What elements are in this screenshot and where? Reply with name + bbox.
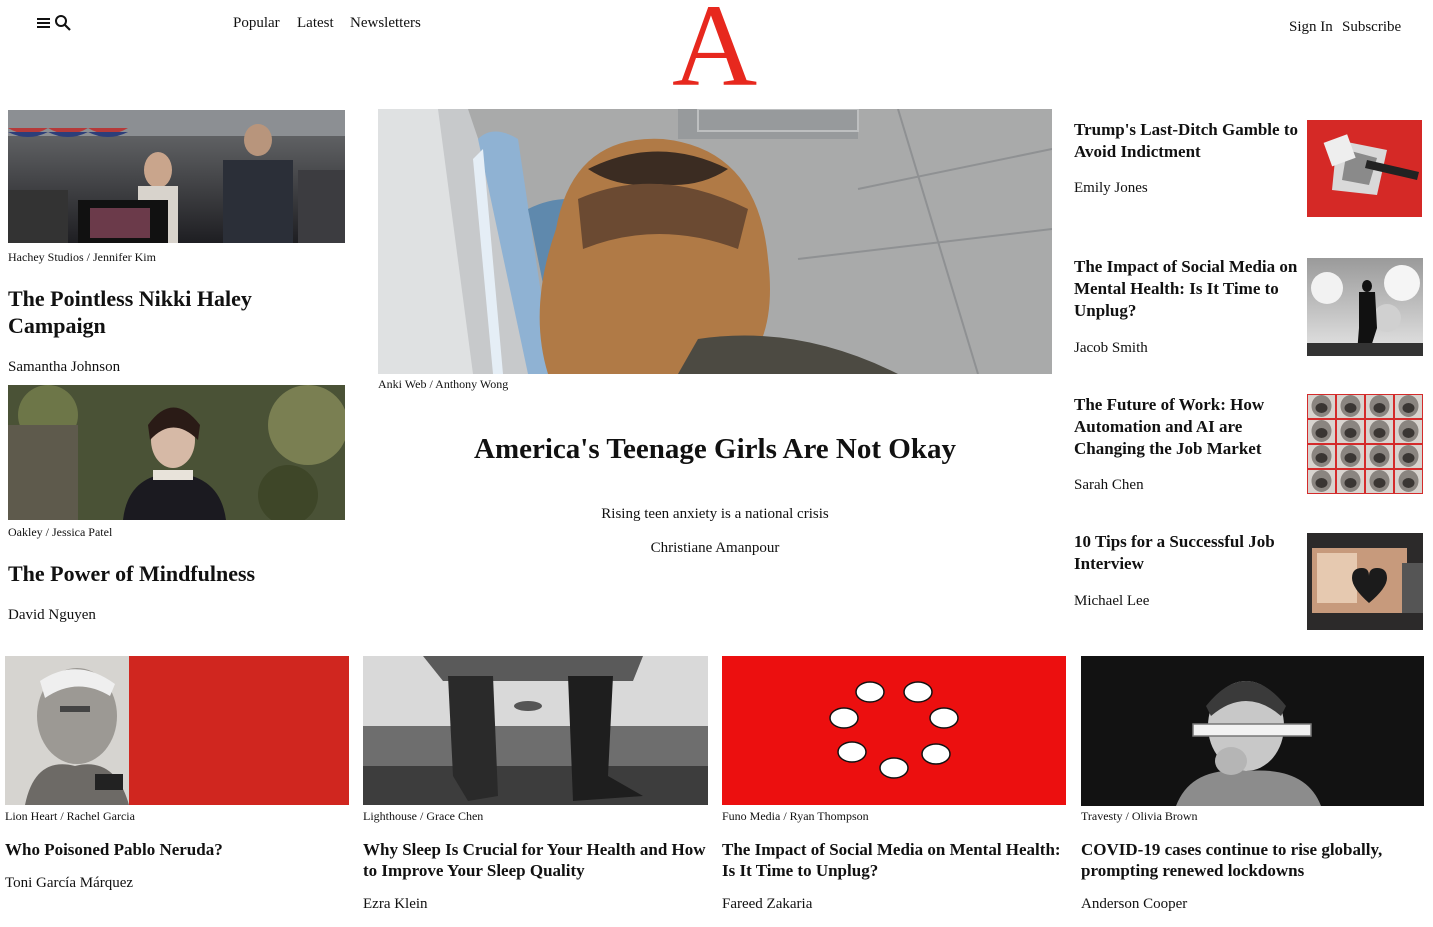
sign-in-link[interactable]: Sign In: [1289, 19, 1333, 36]
search-icon: [55, 15, 71, 31]
article-thumb-future-of-work[interactable]: [1307, 394, 1423, 494]
headline-neruda[interactable]: Who Poisoned Pablo Neruda?: [5, 839, 349, 860]
headline-haley[interactable]: The Pointless Nikki Haley Campaign: [8, 285, 338, 339]
hamburger-icon: [37, 18, 50, 28]
author-byline[interactable]: Emily Jones: [1074, 180, 1148, 197]
author-byline[interactable]: Fareed Zakaria: [722, 896, 812, 913]
image-credit: Anki Web / Anthony Wong: [378, 377, 509, 391]
article-thumb-job-interview[interactable]: [1307, 533, 1423, 630]
nav-newsletters[interactable]: Newsletters: [350, 15, 421, 32]
author-byline[interactable]: Anderson Cooper: [1081, 896, 1187, 913]
headline-sleep[interactable]: Why Sleep Is Crucial for Your Health and…: [363, 839, 708, 881]
author-byline[interactable]: Michael Lee: [1074, 593, 1149, 610]
image-credit: Travesty / Olivia Brown: [1081, 809, 1198, 823]
search-button[interactable]: [54, 14, 72, 32]
article-image-social-media-hands[interactable]: [722, 656, 1066, 805]
image-credit: Lighthouse / Grace Chen: [363, 809, 484, 823]
article-image-mindfulness[interactable]: [8, 385, 345, 520]
image-credit: Hachey Studios / Jennifer Kim: [8, 250, 156, 264]
author-byline[interactable]: Jacob Smith: [1074, 340, 1148, 357]
article-image-neruda[interactable]: [5, 656, 349, 805]
headline-social-media-bottom[interactable]: The Impact of Social Media on Mental Hea…: [722, 839, 1066, 881]
author-byline[interactable]: Samantha Johnson: [8, 359, 120, 376]
nav-popular[interactable]: Popular: [233, 15, 280, 32]
author-byline[interactable]: Toni García Márquez: [5, 875, 133, 892]
headline-social-media[interactable]: The Impact of Social Media on Mental Hea…: [1074, 256, 1306, 322]
headline-future-of-work[interactable]: The Future of Work: How Automation and A…: [1074, 394, 1306, 460]
article-image-haley[interactable]: [8, 110, 345, 243]
headline-trump[interactable]: Trump's Last-Ditch Gamble to Avoid Indic…: [1074, 119, 1306, 163]
site-logo[interactable]: A: [672, 0, 757, 105]
headline-mindfulness[interactable]: The Power of Mindfulness: [8, 560, 338, 587]
article-image-covid[interactable]: [1081, 656, 1424, 806]
image-credit: Lion Heart / Rachel Garcia: [5, 809, 135, 823]
article-thumb-social-media[interactable]: [1307, 258, 1423, 356]
author-byline[interactable]: David Nguyen: [8, 607, 96, 624]
image-credit: Funo Media / Ryan Thompson: [722, 809, 869, 823]
feature-author[interactable]: Christiane Amanpour: [378, 540, 1052, 557]
article-image-sleep[interactable]: [363, 656, 708, 805]
subscribe-link[interactable]: Subscribe: [1342, 19, 1401, 36]
author-byline[interactable]: Ezra Klein: [363, 896, 428, 913]
feature-dek: Rising teen anxiety is a national crisis: [601, 506, 829, 522]
image-credit: Oakley / Jessica Patel: [8, 525, 113, 539]
feature-headline[interactable]: America's Teenage Girls Are Not Okay: [378, 432, 1052, 466]
article-thumb-trump[interactable]: [1307, 120, 1422, 217]
feature-image[interactable]: [378, 109, 1052, 374]
headline-covid[interactable]: COVID-19 cases continue to rise globally…: [1081, 839, 1423, 881]
menu-button[interactable]: [37, 16, 51, 30]
author-byline[interactable]: Sarah Chen: [1074, 477, 1144, 494]
headline-job-interview[interactable]: 10 Tips for a Successful Job Interview: [1074, 531, 1306, 575]
nav-latest[interactable]: Latest: [297, 15, 334, 32]
